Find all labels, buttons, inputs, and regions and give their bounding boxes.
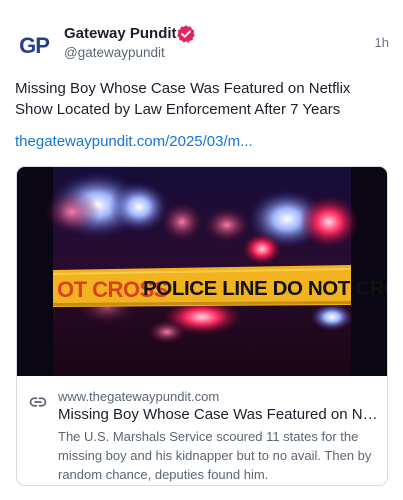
post-text: Missing Boy Whose Case Was Featured on N… xyxy=(15,80,351,118)
verified-badge-icon xyxy=(177,25,195,43)
preview-domain: www.thegatewaypundit.com xyxy=(58,389,220,404)
preview-title: Missing Boy Whose Case Was Featured on N… xyxy=(58,406,378,423)
preview-description: The U.S. Marshals Service scoured 11 sta… xyxy=(58,429,372,482)
link-preview-card[interactable]: OT CROSS POLICE LINE DO NOT CROSS www.th… xyxy=(16,166,388,486)
preview-image[interactable]: OT CROSS POLICE LINE DO NOT CROSS xyxy=(17,167,387,376)
author-handle[interactable]: @gatewaypundit xyxy=(64,45,165,60)
post-link[interactable]: thegatewaypundit.com/2025/03/m... xyxy=(15,133,253,150)
feed-post[interactable]: GP Gateway Pundit @gatewaypundit 1h Miss… xyxy=(0,0,403,500)
avatar[interactable]: GP xyxy=(15,27,53,65)
post-timestamp[interactable]: 1h xyxy=(375,35,389,50)
author-display-name[interactable]: Gateway Pundit xyxy=(64,25,177,42)
preview-meta[interactable]: www.thegatewaypundit.com Missing Boy Who… xyxy=(17,376,387,485)
link-icon xyxy=(29,397,47,407)
tape-text: POLICE LINE DO NOT CROSS xyxy=(143,277,387,300)
avatar-logo-text: GP xyxy=(19,33,50,58)
